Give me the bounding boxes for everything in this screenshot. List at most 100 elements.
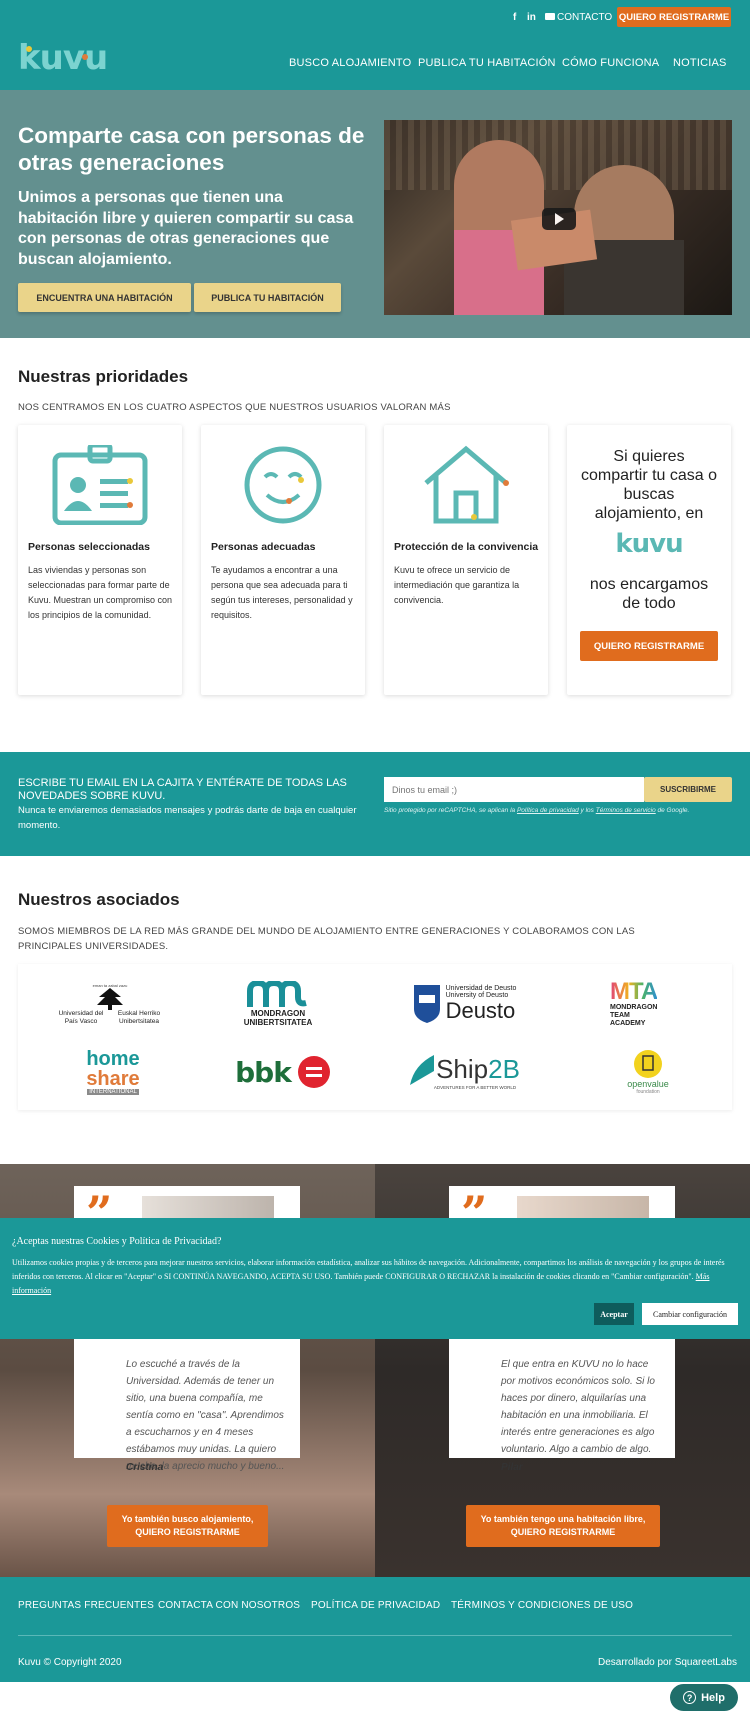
register-top-button[interactable]: QUIERO REGISTRARME: [617, 7, 731, 27]
newsletter-section: ESCRIBE TU EMAIL EN LA CAJITA Y ENTÉRATE…: [0, 752, 750, 856]
mta-3: TEAM: [610, 1012, 630, 1019]
hero-title: Comparte casa con personas de otras gene…: [18, 123, 365, 175]
mta-2: MONDRAGON: [610, 1004, 658, 1011]
ship-row: Ship 2B: [410, 1054, 520, 1085]
nav-publica-habitacion[interactable]: PUBLICA TU HABITACIÓN: [418, 57, 556, 69]
upv-ehu-logo[interactable]: eman ta zabal zazu Universidad del País …: [40, 974, 180, 1034]
recaptcha-text-a: Sitio protegido por reCAPTCHA, se aplica…: [384, 807, 517, 814]
openvalue-foundation-logo[interactable]: openvalue foundation: [598, 1044, 698, 1100]
publish-room-button[interactable]: PUBLICA TU HABITACIÓN: [194, 283, 341, 312]
mondragon-2: UNIBERTSITATEA: [243, 1018, 313, 1027]
smiley-icon: [244, 446, 322, 524]
subscribe-button[interactable]: SUSCRIBIRME: [644, 777, 732, 802]
bbk-circle-icon: [297, 1056, 330, 1088]
newsletter-email-input[interactable]: [384, 777, 644, 802]
footer-developer[interactable]: Desarrollado por SquareetLabs: [598, 1657, 737, 1668]
cta-logo-text: kuvu: [615, 529, 683, 559]
help-label: Help: [701, 1691, 725, 1704]
ship2b-logo[interactable]: Ship 2B ADVENTURES FOR A BETTER WORLD: [400, 1044, 530, 1100]
upv-right: Euskal Herriko Unibertsitatea: [117, 1009, 161, 1025]
help-button[interactable]: ? Help: [670, 1684, 738, 1711]
partners-title: Nuestros asociados: [18, 890, 180, 909]
hero-subtitle: Unimos a personas que tienen una habitac…: [18, 189, 354, 268]
button-line-2: QUIERO REGISTRARME: [135, 1527, 240, 1537]
recaptcha-notice: Sitio protegido por reCAPTCHA, se aplica…: [384, 807, 734, 814]
cookie-text-block: Utilizamos cookies propias y de terceros…: [12, 1256, 736, 1298]
button-line-2: QUIERO REGISTRARME: [510, 1527, 616, 1537]
seek-room-register-button[interactable]: Yo también busco alojamiento, QUIERO REG…: [107, 1505, 268, 1547]
kuvu-logo[interactable]: kuvu: [18, 38, 108, 78]
facebook-icon[interactable]: f: [513, 12, 516, 23]
mta-4: ACADEMY: [610, 1020, 646, 1027]
bbk-text: bbk: [235, 1055, 292, 1089]
footer-link-faq[interactable]: PREGUNTAS FRECUENTES: [18, 1600, 154, 1611]
play-button-icon[interactable]: [542, 208, 576, 230]
recaptcha-privacy-link[interactable]: Política de privacidad: [517, 807, 579, 814]
cookie-title: ¿Aceptas nuestras Cookies y Política de …: [12, 1236, 222, 1247]
card-text: Te ayudamos a encontrar a una persona qu…: [211, 565, 353, 620]
newsletter-body: Nunca te enviaremos demasiados mensajes …: [18, 805, 357, 831]
cta-kuvu-logo: kuvu: [567, 529, 731, 559]
have-room-register-button[interactable]: Yo también tengo una habitación libre, Q…: [466, 1505, 660, 1547]
cta-register-button[interactable]: QUIERO REGISTRARME: [580, 631, 718, 661]
hs-2: share: [86, 1068, 140, 1090]
deusto-logo[interactable]: Universidad de Deusto University of Deus…: [400, 976, 530, 1032]
mondragon-unibertsitatea-logo[interactable]: MONDRAGON UNIBERTSITATEA: [218, 974, 338, 1034]
mta-1: MTA: [610, 978, 658, 1005]
envelope-icon: [545, 13, 555, 20]
priorities-title: Nuestras prioridades: [18, 367, 189, 386]
card-title: Personas adecuadas: [211, 541, 316, 553]
cookie-banner: ¿Aceptas nuestras Cookies y Política de …: [0, 1218, 750, 1339]
find-room-button[interactable]: ENCUENTRA UNA HABITACIÓN: [18, 283, 191, 312]
cookie-accept-button[interactable]: Aceptar: [594, 1303, 634, 1325]
mondragon-team-academy-logo[interactable]: MTA MONDRAGON TEAM ACADEMY: [598, 974, 698, 1034]
footer-link-contact[interactable]: CONTACTA CON NOSOTROS: [158, 1600, 300, 1611]
cta-top-text: Si quieres compartir tu casa o buscas al…: [580, 448, 718, 522]
nav-busco-alojamiento[interactable]: BUSCO ALOJAMIENTO: [289, 57, 411, 69]
deusto-shield-icon: [413, 985, 440, 1023]
logo-dot-orange: [82, 54, 88, 60]
upv-tree-icon: [97, 987, 123, 1010]
cookie-text: Utilizamos cookies propias y de terceros…: [12, 1258, 725, 1281]
footer-link-privacy[interactable]: POLÍTICA DE PRIVACIDAD: [311, 1600, 440, 1611]
ship-2: 2B: [488, 1054, 520, 1084]
contact-link[interactable]: CONTACTO: [557, 12, 612, 23]
recaptcha-terms-link[interactable]: Términos de servicio: [596, 807, 656, 814]
video-curtain: [384, 120, 732, 190]
homeshare-international-logo[interactable]: home share INTERNATIONAL: [58, 1044, 168, 1100]
hero-section: Comparte casa con personas de otras gene…: [0, 90, 750, 338]
button-line-1: Yo también tengo una habitación libre,: [480, 1514, 646, 1524]
card-title: Protección de la convivencia: [394, 541, 539, 553]
footer-link-terms[interactable]: TÉRMINOS Y CONDICIONES DE USO: [451, 1600, 633, 1611]
testimonial-text: Lo escuché a través de la Universidad. A…: [126, 1359, 285, 1472]
recaptcha-text-c: de Google.: [655, 807, 690, 814]
id-card-icon: [52, 445, 148, 525]
partners-subtitle: SOMOS MIEMBROS DE LA RED MÁS GRANDE DEL …: [18, 926, 635, 952]
cookie-change-button[interactable]: Cambiar configuración: [642, 1303, 738, 1325]
nav-como-funciona[interactable]: CÓMO FUNCIONA: [562, 57, 659, 69]
linkedin-icon[interactable]: in: [527, 12, 536, 23]
footer-copyright: Kuvu © Copyright 2020: [18, 1657, 122, 1668]
main-nav: kuvu BUSCO ALOJAMIENTO PUBLICA TU HABITA…: [0, 34, 750, 90]
testimonial-text: El que entra en KUVU no lo hace por moti…: [501, 1359, 655, 1455]
mondragon-1: MONDRAGON: [250, 1009, 306, 1018]
card-title: Personas seleccionadas: [28, 541, 150, 553]
upv-names: Universidad del País Vasco Euskal Herrik…: [56, 1010, 164, 1026]
hs-3: INTERNATIONAL: [87, 1089, 139, 1095]
bbk-logo[interactable]: bbk: [218, 1044, 348, 1100]
priority-cta-card: Si quieres compartir tu casa o buscas al…: [567, 425, 731, 695]
testimonial-name-pilar: Pilar: [501, 1462, 523, 1473]
testimonial-name-cristina: Cristina: [126, 1462, 164, 1473]
hero-video[interactable]: [384, 120, 732, 315]
nav-noticias[interactable]: NOTICIAS: [673, 57, 727, 69]
logo-dot-yellow: [26, 46, 32, 52]
priority-card-selected: Personas seleccionadas Las viviendas y p…: [18, 425, 182, 695]
hs-1: home: [86, 1048, 140, 1070]
priority-card-coexistence: Protección de la convivencia Kuvu te ofr…: [384, 425, 548, 695]
partners-logos: eman ta zabal zazu Universidad del País …: [18, 964, 732, 1110]
ship2b-sail-icon: [410, 1054, 435, 1085]
help-icon: ?: [683, 1691, 697, 1704]
ov-1: openvalue: [627, 1079, 669, 1089]
footer: Kuvu © Copyright 2020 Desarrollado por S…: [0, 1577, 750, 1682]
house-icon: [424, 445, 509, 524]
